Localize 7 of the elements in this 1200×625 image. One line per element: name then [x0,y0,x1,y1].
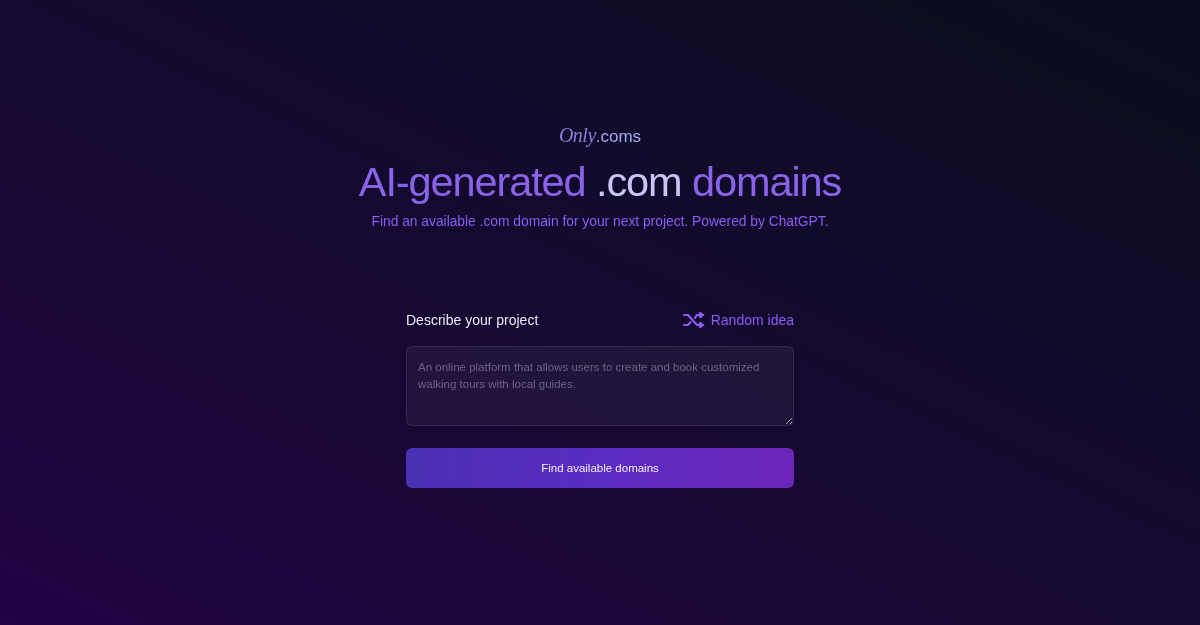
subtitle: Find an available .com domain for your next project. Powered by ChatGPT. [371,213,829,229]
find-domains-button[interactable]: Find available domains [406,447,794,488]
random-idea-button[interactable]: Random idea [682,311,794,328]
logo: Only.coms [558,125,642,145]
page-heading: AI-generated .com domains [358,159,842,205]
shuffle-icon [682,311,705,328]
field-label: Describe your project [406,311,539,328]
